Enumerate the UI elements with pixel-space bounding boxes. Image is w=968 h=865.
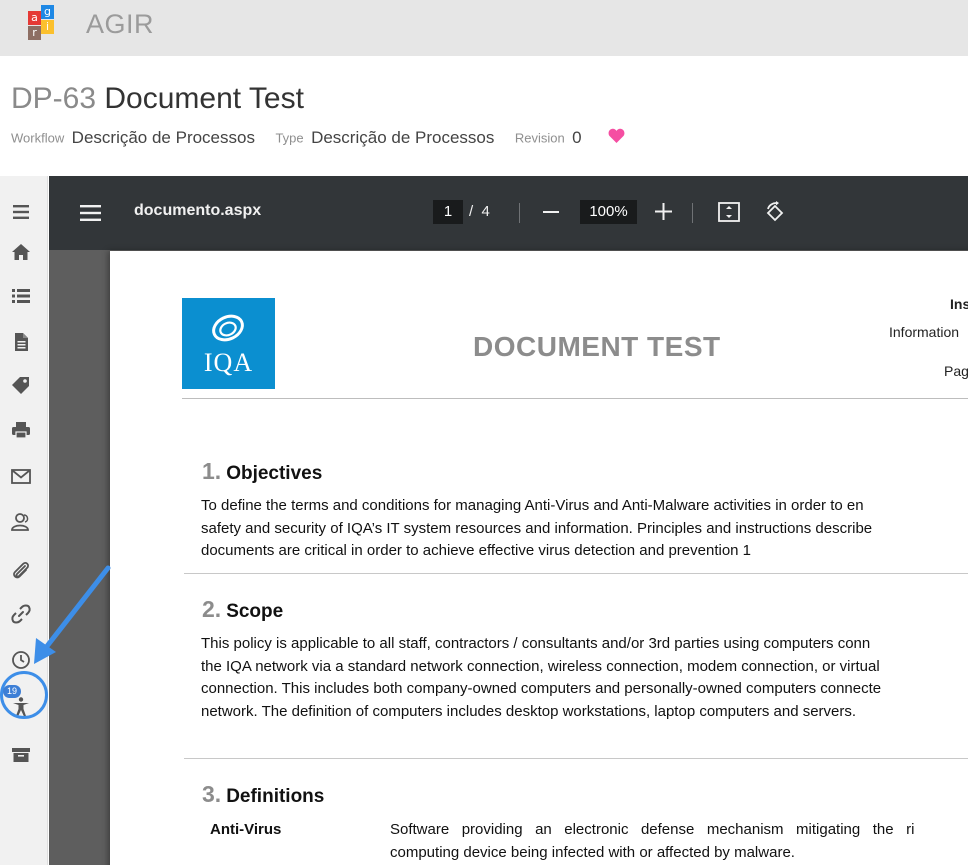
paragraph-line: documents are critical in order to achie… <box>201 542 752 559</box>
revision-value: 0 <box>572 128 582 147</box>
document-name: Document Test <box>104 82 304 115</box>
paragraph-line: safety and security of IQA’s IT system r… <box>201 519 873 537</box>
section-number: 3. <box>202 781 222 807</box>
page-number-input[interactable]: 1 <box>433 200 463 224</box>
fit-page-icon[interactable] <box>718 202 740 222</box>
document-heading: DOCUMENT TEST <box>473 331 721 362</box>
definition-line: computing device being infected with or … <box>390 844 795 861</box>
definition-term: Anti-Virus <box>210 821 282 838</box>
paragraph-line: network. The definition of computers inc… <box>201 702 857 720</box>
section-title: 3. Definitions <box>202 781 324 808</box>
menu-icon[interactable] <box>10 201 32 223</box>
revision-label: Revision <box>514 130 565 146</box>
section-divider <box>184 758 968 759</box>
paragraph-line: the IQA network via a standard network c… <box>201 657 880 675</box>
section-title: 2. Scope <box>202 596 283 623</box>
zoom-input[interactable]: 100% <box>580 200 637 224</box>
zoom-out-icon[interactable] <box>543 211 559 213</box>
viewer-toolbar: documento.aspx 1 / 4 100% <box>49 176 968 250</box>
viewer-filename: documento.aspx <box>134 202 262 219</box>
iqa-logo: IQA <box>182 298 275 389</box>
header-info-3: Pag <box>944 363 968 379</box>
heart-icon[interactable] <box>608 128 625 148</box>
logo-letter: i <box>41 20 54 34</box>
page-title: DP-63 Document Test <box>11 82 304 116</box>
document-header: DP-63 Document Test Workflow Descrição d… <box>0 56 968 176</box>
agir-logo[interactable]: a g r i <box>24 5 68 45</box>
logo-letter: r <box>28 26 41 40</box>
app-title: AGIR <box>86 9 155 39</box>
section-paragraph: This policy is applicable to all staff, … <box>201 633 968 723</box>
paragraph-line: To define the terms and conditions for m… <box>201 497 864 514</box>
section-name: Definitions <box>226 786 325 807</box>
link-icon[interactable] <box>10 603 32 625</box>
workflow-value: Descrição de Processos <box>71 128 255 147</box>
definition-line: Software providing an electronic defense… <box>390 821 915 838</box>
viewer-menu-icon[interactable] <box>79 202 103 224</box>
notification-badge: 19 <box>3 685 21 698</box>
users-icon[interactable] <box>10 511 32 533</box>
definition-text: Software providing an electronic defense… <box>390 818 914 864</box>
workflow-label: Workflow <box>11 130 65 146</box>
header-info-1: Ins <box>950 296 968 312</box>
sidebar <box>0 176 48 865</box>
pdf-viewer: documento.aspx 1 / 4 100% IQA DOCUMENT T… <box>49 176 968 865</box>
document-code: DP-63 <box>11 82 97 115</box>
paragraph-line: connection. This includes both company-o… <box>201 680 882 697</box>
pdf-page: IQA DOCUMENT TEST Ins Information Pag 1.… <box>110 251 968 865</box>
app-header: a g r i AGIR <box>0 0 968 56</box>
list-icon[interactable] <box>10 285 32 307</box>
logo-letter: g <box>41 5 54 19</box>
type-value: Descrição de Processos <box>311 128 495 147</box>
section-name: Scope <box>226 601 284 622</box>
zoom-in-icon[interactable] <box>655 203 672 220</box>
mail-icon[interactable] <box>10 465 32 487</box>
document-meta: Workflow Descrição de Processos Type Des… <box>11 128 625 150</box>
archive-icon[interactable] <box>10 744 32 766</box>
rotate-icon[interactable] <box>763 201 787 225</box>
type-label: Type <box>275 130 304 146</box>
file-icon[interactable] <box>10 331 32 353</box>
section-divider <box>184 573 968 574</box>
page-separator: / <box>469 203 474 220</box>
header-divider <box>182 398 968 399</box>
total-pages: 4 <box>481 203 490 220</box>
page-total: / 4 <box>469 203 490 220</box>
print-icon[interactable] <box>10 419 32 441</box>
section-paragraph: To define the terms and conditions for m… <box>201 495 968 563</box>
section-title: 1. Objectives <box>202 458 322 485</box>
iqa-logo-text: IQA <box>203 348 254 377</box>
section-number: 1. <box>202 458 222 484</box>
home-icon[interactable] <box>10 241 32 263</box>
clock-icon[interactable] <box>10 649 32 671</box>
tags-icon[interactable] <box>10 375 32 397</box>
section-name: Objectives <box>226 463 323 484</box>
header-info-2: Information <box>889 324 960 340</box>
section-number: 2. <box>202 596 222 622</box>
paragraph-line: This policy is applicable to all staff, … <box>201 635 871 652</box>
toolbar-divider <box>519 203 520 223</box>
paperclip-icon[interactable] <box>10 560 32 582</box>
logo-letter: a <box>28 11 41 25</box>
toolbar-divider <box>692 203 693 223</box>
